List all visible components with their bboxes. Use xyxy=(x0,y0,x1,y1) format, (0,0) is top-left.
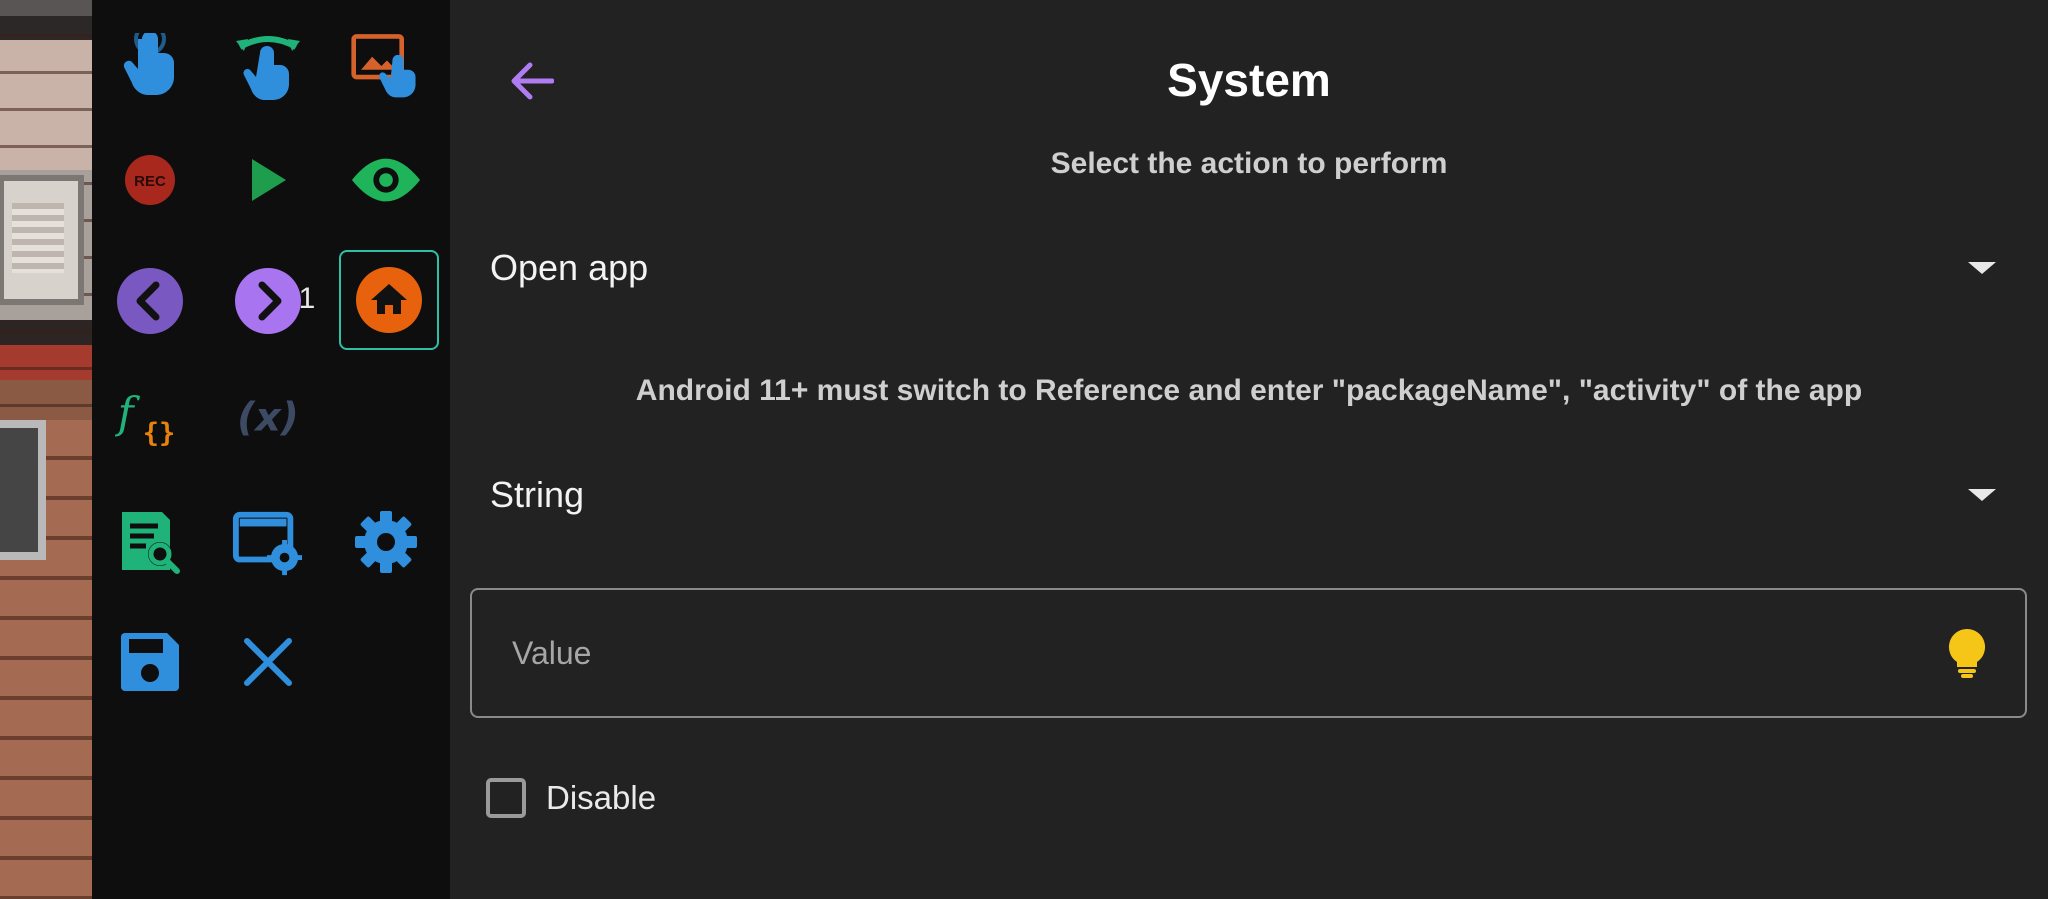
svg-text:f: f xyxy=(115,389,141,439)
type-dropdown[interactable]: String xyxy=(490,455,2000,535)
disable-label: Disable xyxy=(546,779,657,816)
svg-text:REC: REC xyxy=(134,173,166,190)
caret-down-icon xyxy=(1968,262,1996,274)
tap-icon[interactable] xyxy=(114,30,186,102)
log-search-icon[interactable] xyxy=(114,506,186,578)
disable-option[interactable]: Disable xyxy=(486,778,656,818)
variable-icon[interactable]: (x) xyxy=(232,380,304,452)
screen-settings-icon[interactable] xyxy=(232,506,304,578)
system-action-panel: System Select the action to perform Open… xyxy=(450,0,2048,899)
record-icon[interactable]: REC xyxy=(114,144,186,216)
save-icon[interactable] xyxy=(114,626,186,698)
settings-icon[interactable] xyxy=(350,506,422,578)
page-subtitle: Select the action to perform xyxy=(1050,147,1448,180)
next-icon[interactable] xyxy=(232,265,304,337)
svg-text:(x): (x) xyxy=(237,394,299,440)
macro-toolbar: REC 1 f{} (x) xyxy=(92,0,450,899)
swipe-icon[interactable] xyxy=(232,30,304,102)
monitor-sprite xyxy=(0,420,46,560)
eye-icon[interactable] xyxy=(350,144,422,216)
page-title: System xyxy=(1167,54,1331,106)
value-field-container xyxy=(470,588,2027,718)
function-icon[interactable]: f{} xyxy=(114,380,186,452)
type-dropdown-value: String xyxy=(490,474,585,515)
home-icon[interactable] xyxy=(339,250,439,350)
disable-checkbox[interactable] xyxy=(486,778,526,818)
info-note: Android 11+ must switch to Reference and… xyxy=(635,374,1863,407)
value-input[interactable] xyxy=(510,633,1814,673)
action-dropdown-value: Open app xyxy=(490,247,649,288)
previous-icon[interactable] xyxy=(114,265,186,337)
play-icon[interactable] xyxy=(232,144,304,216)
lightbulb-icon[interactable] xyxy=(1947,627,1987,679)
clipboard-sprite xyxy=(0,175,84,305)
close-icon[interactable] xyxy=(232,626,304,698)
caret-down-icon xyxy=(1968,489,1996,501)
svg-text:{}: {} xyxy=(143,418,176,449)
game-background xyxy=(0,0,92,899)
action-dropdown[interactable]: Open app xyxy=(490,228,2000,308)
image-tap-icon[interactable] xyxy=(350,30,422,102)
